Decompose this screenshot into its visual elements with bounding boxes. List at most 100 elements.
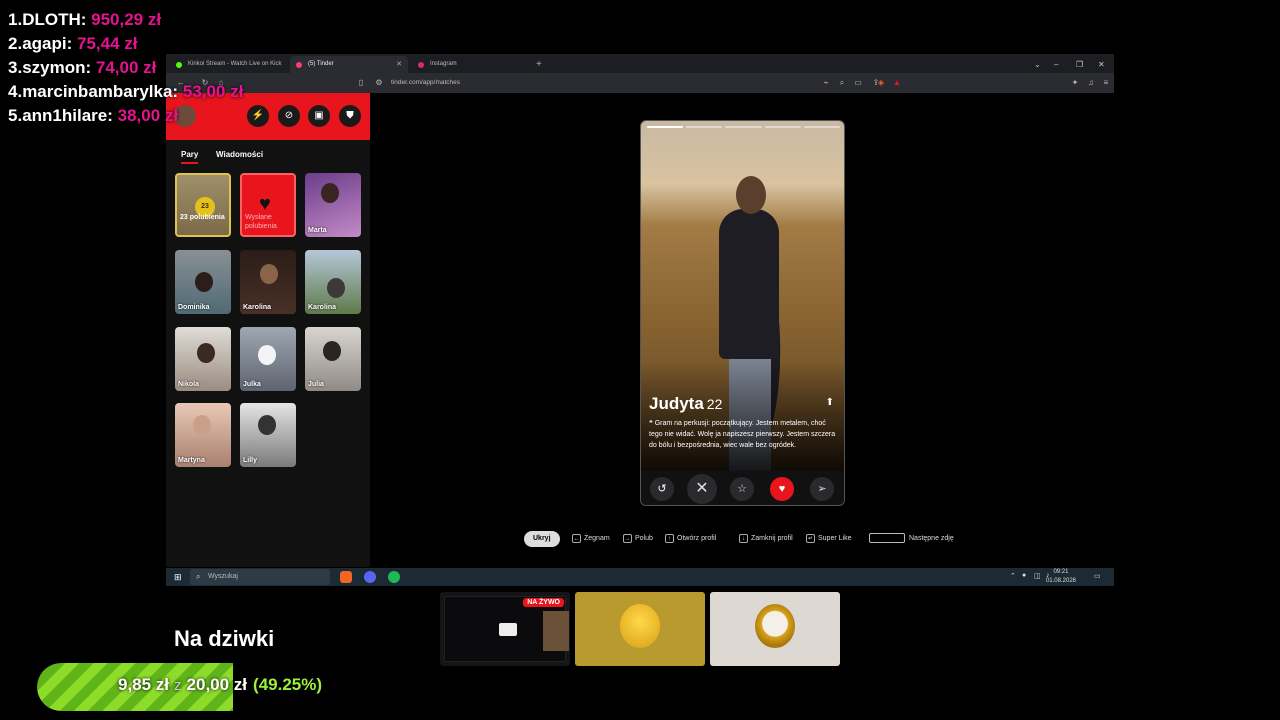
close-window-icon[interactable]: ✕ <box>1098 56 1105 73</box>
media-icon[interactable]: ♫ <box>1086 78 1096 88</box>
match-card[interactable]: Martyna <box>175 403 231 467</box>
match-card[interactable]: Karolina <box>240 250 296 314</box>
goal-progress-text: 9,85 zł z 20,00 zł (49.25%) <box>118 675 322 695</box>
tab-instagram[interactable]: Instagram <box>412 56 530 73</box>
clock[interactable]: 09:21 01.08.2026 <box>1046 568 1076 586</box>
extensions-icon[interactable]: ✦ <box>1070 78 1080 88</box>
action-bar: ↺ ✕ ☆ ♥ ➢ <box>641 471 844 505</box>
tab-label: Instagram <box>430 61 457 67</box>
monitor-icon <box>499 623 517 636</box>
address-bar: ← ↻ ⌂ ▯ ⚙ tinder.com/app/matches ⌁ ⌕ ▭ ⇪… <box>166 73 1114 93</box>
url-field[interactable]: tinder.com/app/matches <box>391 77 460 89</box>
search-placeholder: Wyszukaj <box>208 573 238 580</box>
left-arrow-key-icon: ← <box>572 534 581 543</box>
match-card[interactable]: Karolina <box>305 250 361 314</box>
matches-sidebar: ⚡ ⊘ ▣ ⛊ Pary Wiadomości 23 23 polubienia… <box>166 93 370 567</box>
donor-name: marcinbambarylka: <box>22 82 179 101</box>
enter-key-icon: ↵ <box>806 534 815 543</box>
match-card[interactable]: Nikola <box>175 327 231 391</box>
match-name: Nikola <box>178 381 200 388</box>
hint-label: Zamknij profil <box>751 535 793 542</box>
match-card[interactable]: Marta <box>305 173 361 237</box>
super-like-star-icon[interactable]: ☆ <box>730 477 754 501</box>
spotify-icon[interactable] <box>388 571 400 583</box>
donor-leaderboard: 1.DLOTH: 950,29 zł 2.agapi: 75,44 zł 3.s… <box>8 8 243 128</box>
zoom-icon[interactable]: ⌕ <box>837 78 847 88</box>
profile-card[interactable]: Judyta 22 ⬆ ❝ Gram na perkusji: początkuj… <box>640 120 845 506</box>
photo-progress-segment <box>725 126 762 128</box>
instagram-favicon-icon <box>418 62 424 68</box>
hint-label: Żegnam <box>584 535 610 542</box>
search-icon: ⌕ <box>196 572 201 581</box>
live-preview-thumbnail: NA ŻYWO <box>440 592 570 666</box>
briefcase-icon[interactable]: ▣ <box>308 105 330 127</box>
match-name: Lilly <box>243 457 258 464</box>
likes-label: 23 polubienia <box>180 214 225 221</box>
profile-bio: ❝ Gram na perkusji: początkujący. Jestem… <box>649 420 836 449</box>
site-info-icon[interactable]: ⚙ <box>374 78 384 88</box>
rewards-icon[interactable]: ▲ <box>892 78 902 88</box>
match-photo <box>260 264 278 284</box>
match-card[interactable]: Lilly <box>240 403 296 467</box>
brave-shield-icon[interactable]: ◈ <box>876 78 886 88</box>
menu-icon[interactable]: ≡ <box>1101 78 1111 88</box>
discord-icon[interactable] <box>364 571 376 583</box>
close-tab-icon[interactable]: ✕ <box>396 56 402 73</box>
restore-icon[interactable]: ❐ <box>1076 56 1083 73</box>
tracking-icon[interactable]: ⌁ <box>821 78 831 88</box>
taskbar-search[interactable]: ⌕ Wyszukaj <box>190 569 330 585</box>
minimize-icon[interactable]: – <box>1054 56 1058 73</box>
donor-name: DLOTH: <box>22 10 87 29</box>
donor-amount: 53,00 zł <box>182 82 244 101</box>
taskbar: ⊞ ⌕ Wyszukaj ⌃ ● ◫ ♪ 09:21 01.08.2026 ▭ <box>166 568 1114 586</box>
hint-label: Polub <box>635 535 653 542</box>
likes-card[interactable]: 23 23 polubienia <box>175 173 231 237</box>
tab-bar: Kinkoi Stream - Watch Live on Kick (5) T… <box>166 54 1114 73</box>
shield-icon[interactable]: ⛊ <box>339 105 361 127</box>
match-name: Dominika <box>178 304 210 311</box>
hint-label: Następne zdję <box>909 535 954 542</box>
profile-photo[interactable]: Judyta 22 ⬆ ❝ Gram na perkusji: początkuj… <box>641 121 844 479</box>
new-tab-button[interactable]: + <box>536 56 542 73</box>
nope-button[interactable]: ✕ <box>687 474 717 504</box>
explore-icon[interactable]: ⊘ <box>278 105 300 127</box>
match-photo <box>321 183 339 203</box>
send-icon[interactable]: ➢ <box>810 477 834 501</box>
bookmark-icon[interactable]: ▯ <box>356 78 366 88</box>
hint-next-photo: Następne zdję <box>869 531 954 547</box>
up-arrow-key-icon: ↑ <box>665 534 674 543</box>
clock-date: 01.08.2026 <box>1045 578 1076 584</box>
donor-amount: 38,00 zł <box>117 106 179 125</box>
donor-amount: 950,29 zł <box>91 10 162 29</box>
tab-messages[interactable]: Wiadomości <box>216 150 263 159</box>
live-preview-figure <box>543 611 569 651</box>
brave-icon[interactable] <box>340 571 352 583</box>
hide-hints-button[interactable]: Ukryj <box>524 531 560 547</box>
like-heart-button[interactable]: ♥ <box>770 477 794 501</box>
tab-pairs[interactable]: Pary <box>181 150 199 164</box>
windows-start-icon[interactable]: ⊞ <box>174 572 182 582</box>
hint-nope: ← Żegnam <box>572 531 610 547</box>
rewind-icon[interactable]: ↺ <box>650 477 674 501</box>
microphone-icon[interactable]: ● <box>1022 572 1026 579</box>
photo-progress <box>647 126 841 128</box>
screen-icon[interactable]: ▭ <box>853 78 863 88</box>
tray-chevron-icon[interactable]: ⌃ <box>1010 572 1016 580</box>
notifications-icon[interactable]: ▭ <box>1094 572 1101 580</box>
hint-open-profile: ↑ Otwórz profil <box>665 531 716 547</box>
network-icon[interactable]: ◫ <box>1034 572 1041 580</box>
goal-current: 9,85 zł <box>118 675 170 694</box>
sent-likes-card[interactable]: ♥ Wysłane polubienia <box>240 173 296 237</box>
leaderboard-row: 2.agapi: 75,44 zł <box>8 32 243 56</box>
match-card[interactable]: Julka <box>240 327 296 391</box>
emote-thumbnail <box>710 592 840 666</box>
open-profile-arrow-icon[interactable]: ⬆ <box>826 397 834 408</box>
tab-tinder[interactable]: (5) Tinder ✕ <box>290 56 408 73</box>
match-card[interactable]: Dominika <box>175 250 231 314</box>
match-card[interactable]: Julia <box>305 327 361 391</box>
boost-icon[interactable]: ⚡ <box>247 105 269 127</box>
donor-amount: 75,44 zł <box>76 34 138 53</box>
tab-list-chevron-icon[interactable]: ⌄ <box>1034 56 1041 73</box>
match-name: Julka <box>243 381 261 388</box>
right-arrow-key-icon: → <box>623 534 632 543</box>
